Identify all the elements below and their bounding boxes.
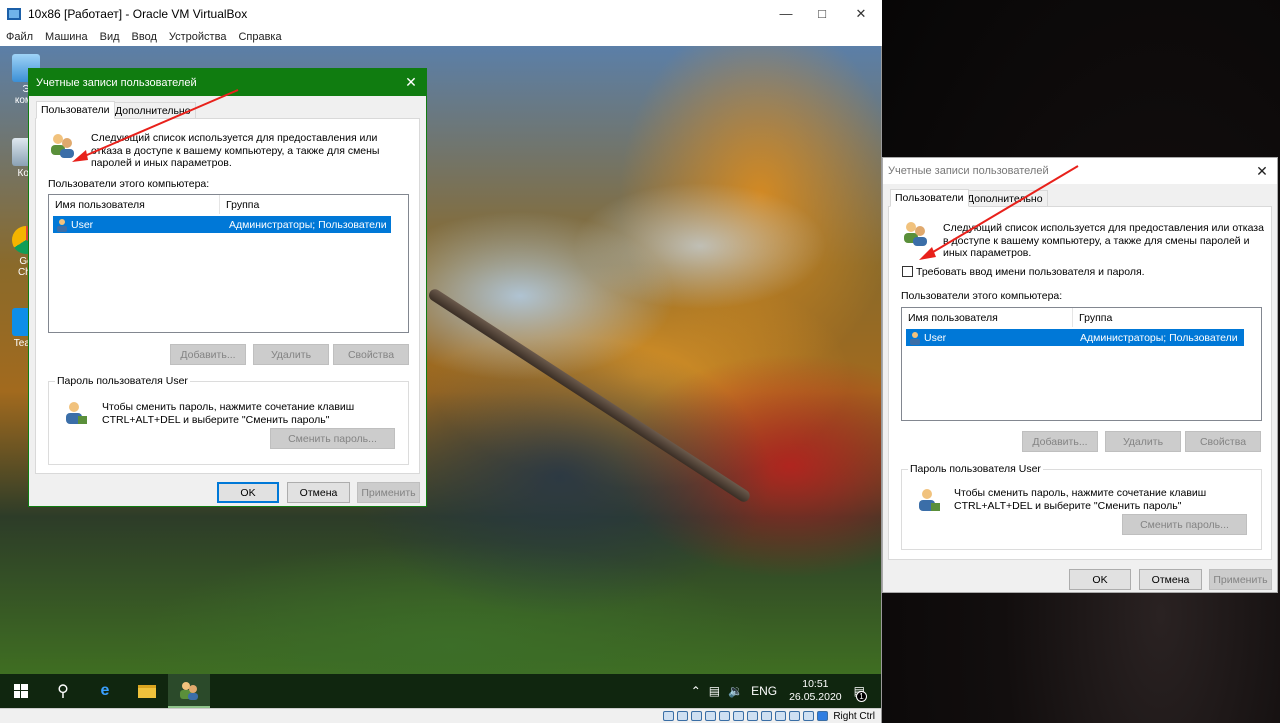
annotation-arrow-right <box>919 165 1079 260</box>
tab-users[interactable]: Пользователи <box>36 101 115 119</box>
annotation-layer <box>72 89 1079 260</box>
tab-users[interactable]: Пользователи <box>890 189 969 207</box>
